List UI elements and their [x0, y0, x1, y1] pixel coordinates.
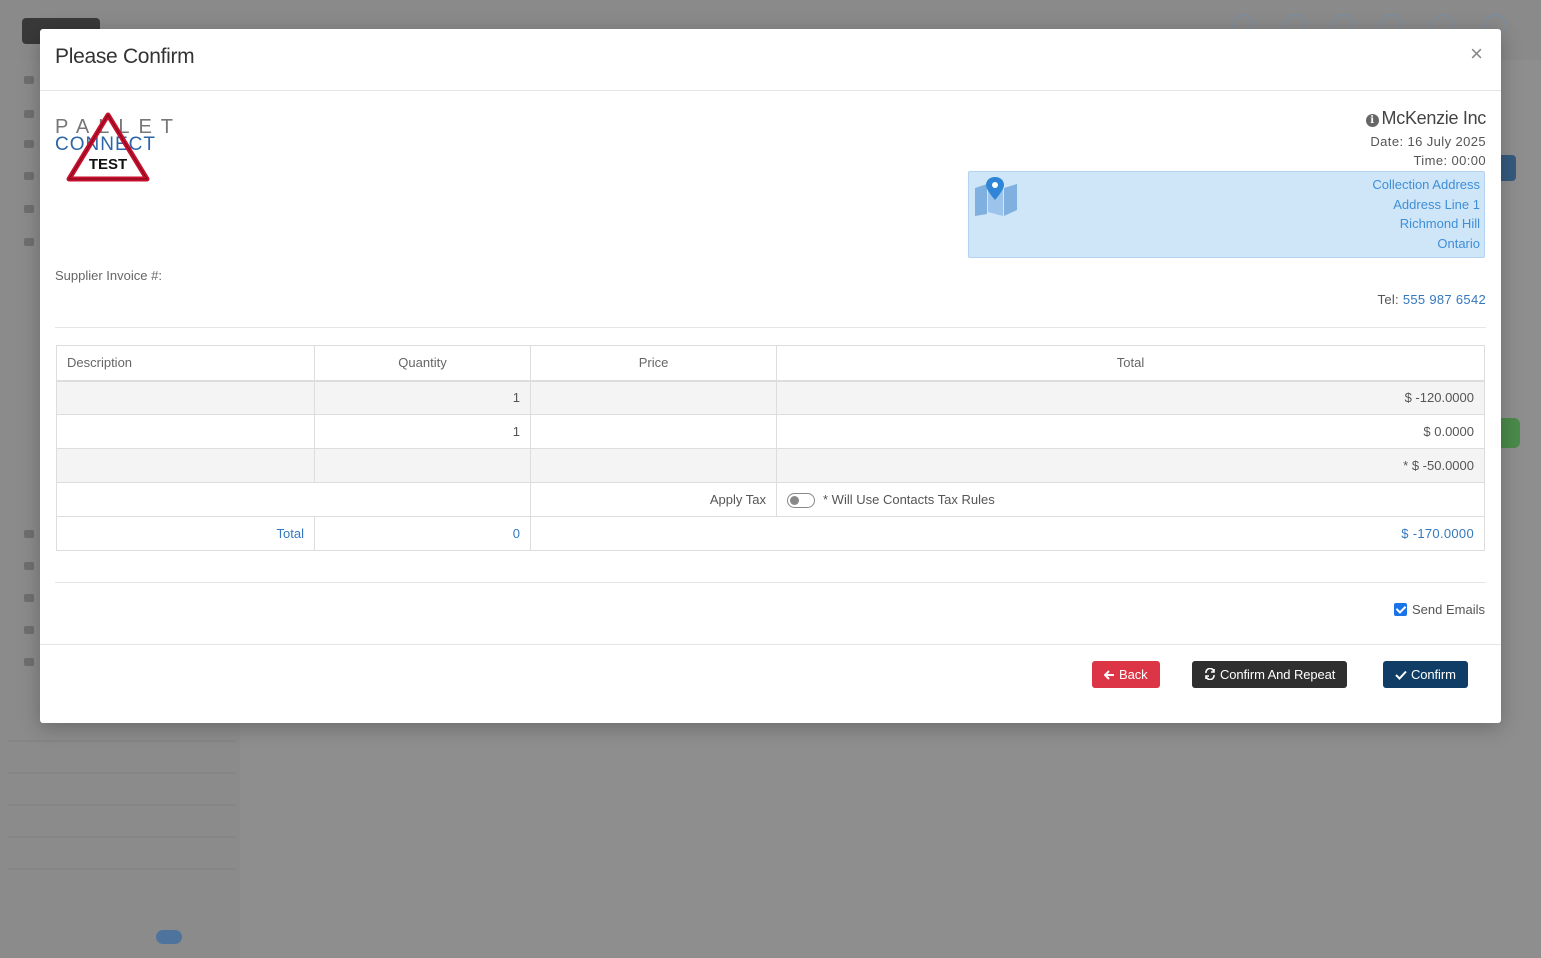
modal-title: Please Confirm: [55, 45, 195, 68]
cell-total: $ 0.0000: [776, 414, 1485, 449]
send-emails-label: Send Emails: [1412, 602, 1485, 617]
total-quantity: 0: [314, 516, 531, 551]
total-row: Total 0 $ -170.0000: [56, 516, 1485, 551]
background-sidebar-dot: [24, 658, 34, 666]
cell-price: [530, 414, 777, 449]
background-sidebar-divider: [8, 836, 236, 838]
cell-price: [530, 448, 777, 483]
confirm-and-repeat-label: Confirm And Repeat: [1220, 667, 1336, 682]
background-sidebar-divider: [8, 868, 236, 870]
confirm-button-label: Confirm: [1411, 667, 1456, 682]
tel-label: Tel:: [1377, 292, 1399, 307]
confirm-modal: Please Confirm × PALLET CONNECT TEST Sup…: [40, 29, 1501, 723]
background-sidebar-dot: [24, 238, 34, 246]
company-name: i McKenzie Inc: [1365, 108, 1487, 129]
cell-quantity: 1: [314, 414, 531, 449]
tax-row-spacer: [56, 482, 531, 517]
company-name-text: McKenzie Inc: [1381, 108, 1487, 128]
checkbox-checked-icon[interactable]: [1394, 603, 1408, 616]
divider: [55, 327, 1486, 328]
modal-header: Please Confirm ×: [40, 29, 1501, 91]
divider: [55, 582, 1486, 583]
header-total: Total: [776, 345, 1485, 382]
tax-note: * Will Use Contacts Tax Rules: [823, 492, 995, 508]
supplier-invoice-label: Supplier Invoice #:: [55, 268, 162, 283]
cell-total: * $ -50.0000: [776, 448, 1485, 483]
map-icon: [975, 177, 1017, 216]
total-label: Total: [56, 516, 315, 551]
items-table: Description Quantity Price Total 1 $ -12…: [56, 345, 1485, 551]
address-line: Address Line 1: [1393, 196, 1480, 212]
address-box[interactable]: Collection Address Address Line 1 Richmo…: [968, 171, 1485, 258]
cell-description: [56, 448, 315, 483]
address-line: Richmond Hill: [1399, 216, 1480, 231]
cell-description: [56, 380, 315, 415]
cell-quantity: 1: [314, 380, 531, 415]
info-icon[interactable]: i: [1365, 114, 1379, 127]
check-icon: [1395, 661, 1407, 688]
back-button-label: Back: [1119, 667, 1148, 682]
background-tab: [1500, 418, 1520, 448]
background-sidebar-divider: [8, 740, 236, 742]
modal-body: PALLET CONNECT TEST Supplier Invoice #: …: [40, 91, 1501, 644]
cell-quantity: [314, 448, 531, 483]
header-description: Description: [56, 345, 315, 382]
background-sidebar-dot: [24, 110, 34, 118]
table-row: * $ -50.0000: [56, 448, 1485, 483]
cell-price: [530, 380, 777, 415]
table-header-row: Description Quantity Price Total: [56, 345, 1485, 382]
table-row: 1 $ 0.0000: [56, 414, 1485, 449]
table-row: 1 $ -120.0000: [56, 380, 1485, 415]
background-sidebar-dot: [24, 172, 34, 180]
total-amount: $ -170.0000: [530, 516, 1485, 551]
background-sidebar-divider: [8, 804, 236, 806]
apply-tax-label: Apply Tax: [530, 482, 777, 517]
address-line: Collection Address: [1372, 177, 1480, 192]
apply-tax-toggle[interactable]: [787, 492, 815, 508]
background-sidebar-dot: [24, 562, 34, 570]
tax-cell: * Will Use Contacts Tax Rules: [776, 482, 1485, 517]
arrow-left-icon: [1103, 661, 1115, 688]
logo-badge: TEST: [89, 156, 127, 173]
background-sidebar-dot: [24, 140, 34, 148]
company-logo: PALLET CONNECT TEST: [55, 112, 173, 182]
time-line: Time: 00:00: [1413, 153, 1486, 168]
background-sidebar-dot: [24, 626, 34, 634]
tax-row: Apply Tax * Will Use Contacts Tax Rules: [56, 482, 1485, 517]
background-sidebar-dot: [24, 594, 34, 602]
background-tab: [1500, 155, 1516, 181]
confirm-button[interactable]: Confirm: [1383, 661, 1468, 688]
header-quantity: Quantity: [314, 345, 531, 382]
modal-footer: Back Confirm And Repeat Confirm: [40, 644, 1501, 723]
confirm-and-repeat-button[interactable]: Confirm And Repeat: [1192, 661, 1348, 688]
background-toggle: [156, 930, 182, 944]
date-line: Date: 16 July 2025: [1370, 134, 1486, 149]
background-sidebar-divider: [8, 772, 236, 774]
background-sidebar-dot: [24, 205, 34, 213]
telephone: Tel: 555 987 6542: [1378, 292, 1486, 307]
send-emails-checkbox[interactable]: Send Emails: [1394, 602, 1485, 617]
address-lines: Collection Address Address Line 1 Richmo…: [1372, 175, 1480, 253]
cell-total: $ -120.0000: [776, 380, 1485, 415]
close-icon[interactable]: ×: [1470, 43, 1483, 65]
test-badge-icon: TEST: [66, 112, 150, 182]
header-price: Price: [530, 345, 777, 382]
cell-description: [56, 414, 315, 449]
background-sidebar-dot: [24, 76, 34, 84]
back-button[interactable]: Back: [1092, 661, 1160, 688]
repeat-icon: [1204, 661, 1216, 688]
tel-link[interactable]: 555 987 6542: [1403, 292, 1486, 307]
background-sidebar-dot: [24, 530, 34, 538]
address-line: Ontario: [1437, 235, 1480, 251]
